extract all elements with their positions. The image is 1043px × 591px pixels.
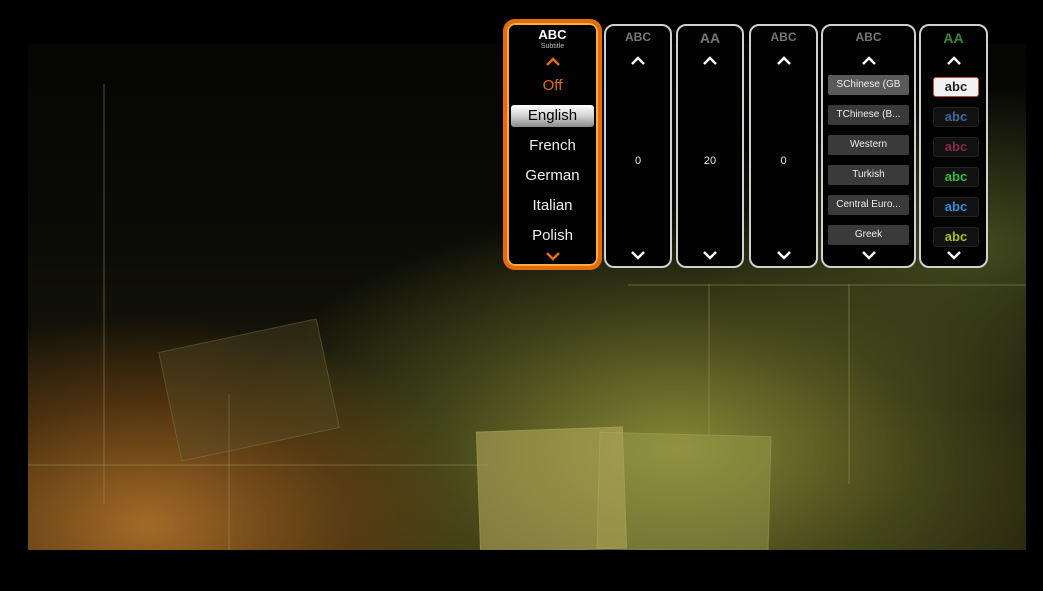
- color-swatch[interactable]: abc: [933, 77, 979, 97]
- language-option-off[interactable]: Off: [507, 75, 598, 97]
- color-swatch[interactable]: abc: [933, 107, 979, 127]
- encoding-option[interactable]: SChinese (GB: [828, 75, 909, 95]
- background-slab: [158, 318, 340, 462]
- subtitle-header-label: Subtitle: [540, 43, 565, 50]
- subtitle-offset-panel[interactable]: ABC 0: [749, 24, 818, 268]
- chevron-down-icon[interactable]: [507, 251, 598, 261]
- subtitle-size-panel[interactable]: AA 20: [676, 24, 744, 268]
- background-crack: [708, 284, 710, 434]
- chevron-up-icon[interactable]: [751, 56, 816, 66]
- offset-value: 0: [780, 155, 787, 167]
- font-color-icon: AA: [943, 30, 964, 46]
- background-crack: [28, 464, 488, 466]
- chevron-up-icon[interactable]: [678, 56, 742, 66]
- language-option-german[interactable]: German: [507, 165, 598, 187]
- size-value: 20: [703, 155, 717, 167]
- background-crack: [103, 84, 105, 504]
- encoding-header-icon: ABC: [823, 30, 914, 44]
- language-option-french[interactable]: French: [507, 135, 598, 157]
- language-option-english[interactable]: English: [511, 105, 594, 127]
- encoding-option[interactable]: Western: [828, 135, 909, 155]
- chevron-up-icon[interactable]: [823, 56, 914, 66]
- language-option-italian[interactable]: Italian: [507, 195, 598, 217]
- subtitle-abc-icon: ABC: [538, 27, 567, 42]
- encoding-option[interactable]: TChinese (B...: [828, 105, 909, 125]
- language-option-polish[interactable]: Polish: [507, 225, 598, 247]
- subtitle-language-panel[interactable]: ABC Subtitle Off English French German I…: [503, 19, 602, 270]
- color-swatch[interactable]: abc: [933, 197, 979, 217]
- color-swatch[interactable]: abc: [933, 137, 979, 157]
- background-crack: [848, 284, 850, 484]
- color-swatch[interactable]: abc: [933, 167, 979, 187]
- position-abc-icon: ABC: [625, 30, 651, 44]
- chevron-up-icon[interactable]: [606, 56, 670, 66]
- chevron-up-icon[interactable]: [507, 57, 598, 67]
- subtitle-header: ABC Subtitle: [507, 27, 598, 50]
- encoding-option[interactable]: Central Euro...: [828, 195, 909, 215]
- offset-abc-icon: ABC: [770, 30, 797, 44]
- offset-header-icon: ABC: [751, 30, 816, 44]
- chevron-down-icon[interactable]: [678, 250, 742, 260]
- subtitle-encoding-panel[interactable]: ABC SChinese (GB TChinese (B... Western …: [821, 24, 916, 268]
- subtitle-position-panel[interactable]: ABC 0: [604, 24, 672, 268]
- encoding-option[interactable]: Turkish: [828, 165, 909, 185]
- color-header-icon: AA: [921, 30, 986, 46]
- chevron-up-icon[interactable]: [921, 56, 986, 66]
- position-header-icon: ABC: [606, 30, 670, 44]
- background-slab: [596, 431, 772, 550]
- position-value: 0: [634, 155, 642, 167]
- subtitle-color-panel[interactable]: AA abc abc abc abc abc abc: [919, 24, 988, 268]
- background-crack: [628, 284, 1026, 286]
- chevron-down-icon[interactable]: [823, 250, 914, 260]
- encoding-abc-icon: ABC: [855, 30, 882, 44]
- size-header-icon: AA: [678, 30, 742, 46]
- chevron-down-icon[interactable]: [751, 250, 816, 260]
- chevron-down-icon[interactable]: [606, 250, 670, 260]
- color-swatch[interactable]: abc: [933, 227, 979, 247]
- encoding-option[interactable]: Greek: [828, 225, 909, 245]
- font-size-icon: AA: [699, 30, 721, 46]
- chevron-down-icon[interactable]: [921, 250, 986, 260]
